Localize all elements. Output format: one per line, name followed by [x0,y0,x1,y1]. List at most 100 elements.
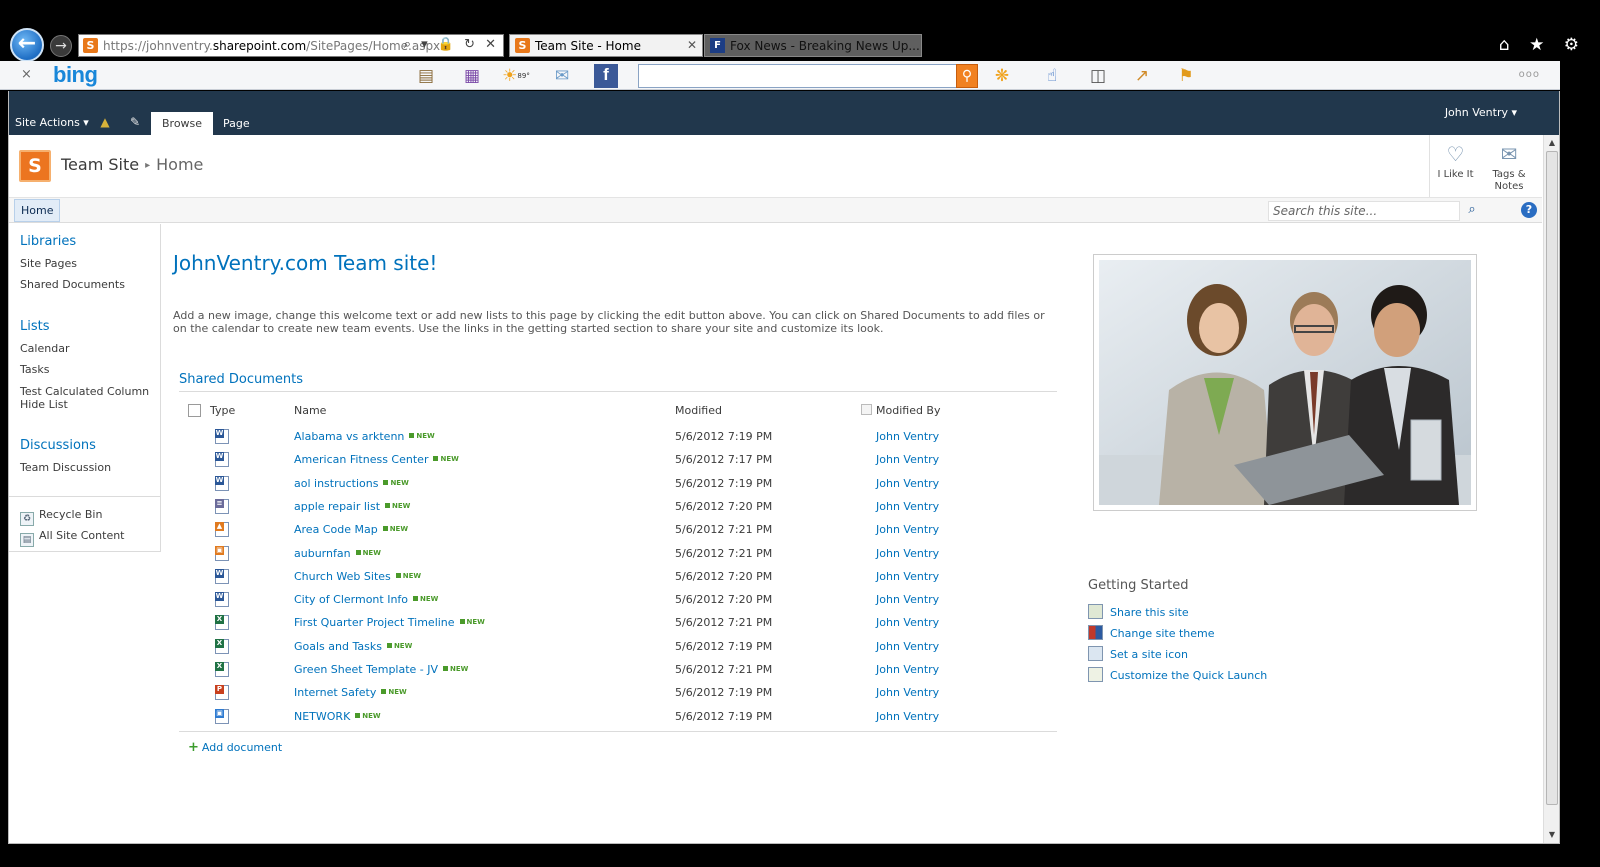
document-name-link[interactable]: apple repair list NEW [294,500,410,513]
modified-by-link[interactable]: John Ventry [876,663,939,676]
ql-shared-documents[interactable]: Shared Documents [20,278,160,291]
ql-calendar[interactable]: Calendar [20,342,160,355]
modified-by-link[interactable]: John Ventry [876,686,939,699]
maps-icon[interactable]: ▦ [458,65,486,87]
document-name-link[interactable]: Alabama vs arktenn NEW [294,430,435,443]
search-icon[interactable]: ⌕ [1463,202,1481,220]
back-arrow-icon[interactable]: ← [10,28,44,62]
document-name-link[interactable]: NETWORK NEW [294,710,381,723]
modified-by-link[interactable]: John Ventry [876,547,939,560]
scroll-up-arrow-icon[interactable]: ▲ [1546,137,1558,149]
modified-by-filter-checkbox[interactable] [861,404,872,415]
ql-test-calculated-column-hide-list[interactable]: Test Calculated Column Hide List [20,385,160,411]
bing-search-input[interactable] [638,64,978,88]
user-menu[interactable]: John Ventry ▾ [1445,106,1517,119]
bing-logo[interactable]: bing [53,62,98,88]
document-name-link[interactable]: Area Code Map NEW [294,523,408,536]
edit-page-icon[interactable]: ✎ [127,115,143,129]
modified-by-link[interactable]: John Ventry [876,430,939,443]
news-icon[interactable]: ▤ [412,65,440,87]
ql-team-discussion[interactable]: Team Discussion [20,461,160,474]
share-this-site-link[interactable]: Share this site [1088,604,1189,619]
scroll-thumb[interactable] [1546,151,1558,805]
ql-tasks[interactable]: Tasks [20,363,160,376]
close-toolbar-icon[interactable]: × [21,67,32,82]
set-site-icon-link[interactable]: Set a site icon [1088,646,1188,661]
like-icon[interactable]: ☝ [1038,65,1066,87]
table-row[interactable]: W American Fitness Center NEW 5/6/2012 7:17… [179,449,1057,472]
finance-icon[interactable]: ↗ [1128,65,1156,87]
forward-arrow-icon[interactable]: → [50,35,72,57]
table-row[interactable]: P Internet Safety NEW 5/6/2012 7:19 PM John … [179,682,1057,705]
close-tab-icon[interactable]: ✕ [687,38,697,52]
ql-all-site-content[interactable]: ▤ All Site Content [20,529,125,547]
table-row[interactable]: ▣ auburnfan NEW 5/6/2012 7:21 PM John Ventry [179,543,1057,566]
tab-browse[interactable]: Browse [151,112,214,135]
help-icon[interactable]: ? [1521,202,1537,218]
modified-by-link[interactable]: John Ventry [876,453,939,466]
table-row[interactable]: X Goals and Tasks NEW 5/6/2012 7:19 PM John … [179,636,1057,659]
document-name-link[interactable]: First Quarter Project Timeline NEW [294,616,485,629]
document-name-link[interactable]: auburnfan NEW [294,547,381,560]
document-name-link[interactable]: American Fitness Center NEW [294,453,459,466]
tab-team-site[interactable]: S Team Site - Home ✕ [509,34,703,57]
home-favorites-settings-icons[interactable]: ⌂ ★ ⚙ [1499,35,1586,55]
modified-by-link[interactable]: John Ventry [876,616,939,629]
modified-by-link[interactable]: John Ventry [876,570,939,583]
modified-by-link[interactable]: John Ventry [876,500,939,513]
table-row[interactable]: W Alabama vs arktenn NEW 5/6/2012 7:19 PM Jo… [179,426,1057,449]
table-row[interactable]: X First Quarter Project Timeline NEW 5/6/20… [179,612,1057,635]
column-header-modified[interactable]: Modified [675,404,722,417]
vertical-scrollbar[interactable]: ▲ ▼ [1543,135,1559,843]
video-icon[interactable]: ◫ [1084,65,1112,87]
site-actions-menu[interactable]: Site Actions ▾ [15,116,89,129]
table-row[interactable]: X Green Sheet Template - JV NEW 5/6/2012 7:… [179,659,1057,682]
select-all-checkbox[interactable] [188,404,201,417]
document-name-link[interactable]: Green Sheet Template - JV NEW [294,663,468,676]
address-bar-action-icons[interactable]: ⌕ ▾ 🔒 ↻ ✕ [404,37,499,52]
table-row[interactable]: ▲ Area Code Map NEW 5/6/2012 7:21 PM John Ve… [179,519,1057,542]
modified-by-link[interactable]: John Ventry [876,593,939,606]
address-bar[interactable]: S https://johnventry. sharepoint.com/Site… [78,34,504,57]
column-header-type[interactable]: Type [210,404,235,417]
facebook-icon[interactable]: f [594,64,618,88]
more-options-icon[interactable]: ooo [1519,69,1540,80]
i-like-it-button[interactable]: ♡ I Like It [1429,135,1481,197]
table-row[interactable]: Waol instructions NEW 5/6/2012 7:19 PM John… [179,473,1057,496]
tab-page[interactable]: Page [212,112,261,135]
add-document-link[interactable]: + Add document [188,740,282,755]
tab-fox-news[interactable]: F Fox News - Breaking News Up... [704,34,922,57]
ql-libraries-heading[interactable]: Libraries [20,234,76,249]
shared-documents-webpart-title[interactable]: Shared Documents [179,372,303,387]
ql-discussions-heading[interactable]: Discussions [20,438,96,453]
table-row[interactable]: ▣ NETWORK NEW 5/6/2012 7:19 PM John Ventry [179,706,1057,729]
rewards-icon[interactable]: ❋ [988,65,1016,87]
navigate-up-icon[interactable]: ▲ [97,115,113,129]
modified-by-link[interactable]: John Ventry [876,640,939,653]
mail-icon[interactable]: ✉ [548,65,576,87]
modified-by-link[interactable]: John Ventry [876,477,939,490]
column-header-name[interactable]: Name [294,404,326,417]
bing-search-button[interactable]: ⚲ [956,64,978,88]
scroll-down-arrow-icon[interactable]: ▼ [1546,829,1558,841]
site-search-input[interactable]: Search this site... [1268,201,1460,221]
document-name-link[interactable]: Internet Safety NEW [294,686,407,699]
document-name-link[interactable]: Church Web Sites NEW [294,570,421,583]
modified-by-link[interactable]: John Ventry [876,710,939,723]
ql-recycle-bin[interactable]: ♻ Recycle Bin [20,508,102,526]
translate-icon[interactable]: ⚑ [1172,65,1200,87]
document-name-link[interactable]: City of Clermont Info NEW [294,593,438,606]
weather-icon[interactable]: ☀89° [502,65,530,87]
column-header-modified-by[interactable]: Modified By [876,404,941,417]
ql-site-pages[interactable]: Site Pages [20,257,160,270]
document-name-link[interactable]: aol instructions NEW [294,477,409,490]
breadcrumb-site-link[interactable]: Team Site [61,155,139,174]
document-name-link[interactable]: Goals and Tasks NEW [294,640,412,653]
tags-notes-button[interactable]: ✉ Tags & Notes [1483,135,1535,197]
table-row[interactable]: W Church Web Sites NEW 5/6/2012 7:20 PM John… [179,566,1057,589]
ql-lists-heading[interactable]: Lists [20,319,50,334]
site-logo[interactable]: S [19,150,51,182]
customize-quick-launch-link[interactable]: Customize the Quick Launch [1088,667,1267,682]
modified-by-link[interactable]: John Ventry [876,523,939,536]
table-row[interactable]: ≡ apple repair list NEW 5/6/2012 7:20 PM Joh… [179,496,1057,519]
